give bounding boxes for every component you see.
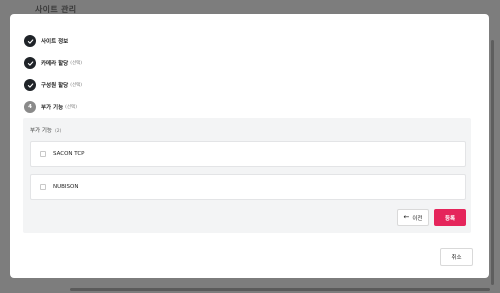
register-button[interactable]: 등록 [434,209,466,226]
cancel-button-label: 취소 [451,255,462,261]
step-extra-features: 4 부가 기능 (선택) [24,100,82,114]
vertical-scrollbar[interactable] [491,40,494,285]
option-label: NUBISON [53,184,79,190]
step-member-assign: 구성원 할당 (선택) [24,78,82,92]
prev-button-label: 이전 [412,215,423,222]
step-number-badge: 4 [24,101,36,113]
site-manage-modal: 사이트 정보 카메라 할당 (선택) 구성원 할당 (선택) 4 부가 기능 (… [10,14,489,278]
check-icon [24,79,36,91]
stepper: 사이트 정보 카메라 할당 (선택) 구성원 할당 (선택) 4 부가 기능 (… [24,34,82,122]
step-optional-tag: (선택) [70,61,83,66]
option-sacon-tcp[interactable]: SACON TCP [30,141,466,167]
horizontal-scrollbar[interactable] [70,288,490,291]
panel-count: (2) [55,129,62,134]
option-nubison[interactable]: NUBISON [30,174,466,200]
step-optional-tag: (선택) [65,105,77,110]
check-icon [24,35,36,47]
panel-title-text: 부가 기능 [30,128,52,134]
step-label: 카메라 할당 [41,61,69,67]
step-optional-tag: (선택) [70,83,83,88]
check-icon [24,57,36,69]
checkbox[interactable] [40,184,46,190]
step-label: 사이트 정보 [41,39,69,45]
checkbox[interactable] [40,151,46,157]
prev-button[interactable]: ← 이전 [397,209,429,226]
step-camera-assign: 카메라 할당 (선택) [24,56,82,70]
cancel-button[interactable]: 취소 [440,248,473,266]
option-label: SACON TCP [53,151,85,157]
step-label: 부가 기능 [41,105,64,111]
panel-title: 부가 기능 (2) [30,126,61,134]
step-site-info: 사이트 정보 [24,34,82,48]
step-label: 구성원 할당 [41,83,69,89]
register-button-label: 등록 [444,215,456,222]
arrow-left-icon: ← [403,213,410,221]
